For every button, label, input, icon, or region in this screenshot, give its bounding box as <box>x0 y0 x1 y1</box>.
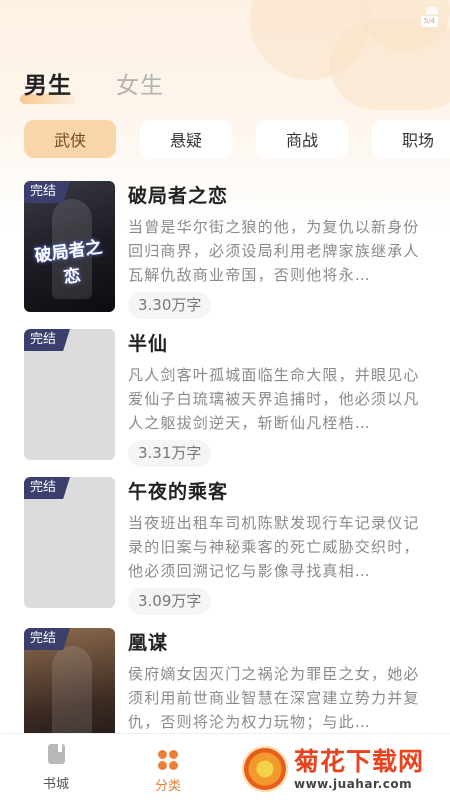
book-list: 破局者之恋 完结 破局者之恋 当曾是华尔街之狼的他，为复仇以新身份回归商界，必须… <box>24 181 450 776</box>
book-info: 半仙 凡人剑客叶孤城面临生命大限，并眼见心爱仙子白琉璃被天界追捕时，他必须以凡人… <box>128 331 424 467</box>
cover-title-art: 破局者之恋 <box>33 237 104 288</box>
tab-male[interactable]: 男生 <box>20 66 76 104</box>
watermark: 菊花下载网 www.juahar.com <box>242 742 442 796</box>
book-title: 午夜的乘客 <box>128 481 229 503</box>
book-cover: 破局者之恋 完结 <box>24 181 115 312</box>
book-title: 破局者之恋 <box>128 185 229 207</box>
book-title: 凰谋 <box>128 632 169 654</box>
nav-bookstore[interactable]: 书城 <box>26 744 86 792</box>
category-workplace[interactable]: 职场 <box>372 120 450 158</box>
book-item[interactable]: 破局者之恋 完结 破局者之恋 当曾是华尔街之狼的他，为复仇以新身份回归商界，必须… <box>24 181 450 326</box>
category-wuxia[interactable]: 武侠 <box>24 120 116 158</box>
wifi-icon <box>426 6 438 14</box>
gender-tabs: 男生 女生 <box>20 66 164 104</box>
status-badge: 完结 <box>24 329 71 351</box>
status-badge: 完结 <box>24 181 71 203</box>
status-badge: 完结 <box>24 628 71 650</box>
nav-label: 书城 <box>42 777 69 792</box>
nav-category[interactable]: 分类 <box>138 744 198 794</box>
book-info: 凰谋 侯府嫡女因灭门之祸沦为罪臣之女，她必须利用前世商业智慧在深宫建立势力并复仇… <box>128 630 424 734</box>
cover-figure <box>52 646 92 746</box>
book-info: 午夜的乘客 当夜班出租车司机陈默发现行车记录仪记录的旧案与神秘乘客的死亡威胁交织… <box>128 479 424 615</box>
watermark-url: www.juahar.com <box>294 777 413 791</box>
category-suspense[interactable]: 悬疑 <box>140 120 232 158</box>
word-count-badge: 3.30万字 <box>128 292 212 319</box>
word-count-badge: 3.09万字 <box>128 588 212 615</box>
chrysanthemum-logo-icon <box>242 746 288 792</box>
book-info: 破局者之恋 当曾是华尔街之狼的他，为复仇以新身份回归商界，必须设局利用老牌家族继… <box>128 183 424 319</box>
status-badge: 完结 <box>24 477 71 499</box>
book-description: 当夜班出租车司机陈默发现行车记录仪记录的旧案与神秘乘客的死亡威胁交织时，他必须回… <box>128 514 420 580</box>
status-bar: 5/4 <box>0 0 450 40</box>
category-business-war[interactable]: 商战 <box>256 120 348 158</box>
book-description: 凡人剑客叶孤城面临生命大限，并眼见心爱仙子白琉璃被天界追捕时，他必须以凡人之躯拔… <box>128 366 420 432</box>
book-cover: 完结 <box>24 329 115 460</box>
book-description: 侯府嫡女因灭门之祸沦为罪臣之女，她必须利用前世商业智慧在深宫建立势力并复仇，否则… <box>128 665 420 731</box>
clover-icon <box>158 750 178 770</box>
book-description: 当曾是华尔街之狼的他，为复仇以新身份回归商界，必须设局利用老牌家族继承人瓦解仇敌… <box>128 218 420 284</box>
book-item[interactable]: 完结 半仙 凡人剑客叶孤城面临生命大限，并眼见心爱仙子白琉璃被天界追捕时，他必须… <box>24 329 450 474</box>
tab-female[interactable]: 女生 <box>116 66 164 100</box>
nav-label: 分类 <box>154 779 181 794</box>
book-item[interactable]: 完结 午夜的乘客 当夜班出租车司机陈默发现行车记录仪记录的旧案与神秘乘客的死亡威… <box>24 477 450 622</box>
book-icon <box>47 744 65 764</box>
battery-icon: 5/4 <box>420 16 438 27</box>
category-chips: 武侠 悬疑 商战 职场 <box>24 120 450 158</box>
word-count-badge: 3.31万字 <box>128 440 212 467</box>
book-cover: 完结 <box>24 477 115 608</box>
watermark-name: 菊花下载网 <box>294 747 425 776</box>
book-title: 半仙 <box>128 333 169 355</box>
